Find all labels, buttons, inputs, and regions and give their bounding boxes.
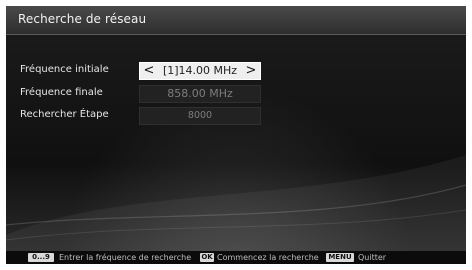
chevron-left-icon[interactable]: < bbox=[142, 63, 156, 79]
page-title: Recherche de réseau bbox=[18, 12, 147, 26]
hint-digits: Entrer la fréquence de recherche bbox=[59, 253, 192, 262]
search-step-field[interactable]: 8000 bbox=[139, 107, 261, 125]
end-frequency-field[interactable]: 858.00 MHz bbox=[139, 85, 261, 103]
footer-hints: 0...9 Entrer la fréquence de recherche O… bbox=[6, 251, 466, 264]
hint-menu: Quitter bbox=[358, 253, 387, 262]
search-step-value: 8000 bbox=[187, 110, 213, 121]
key-menu: MENU bbox=[326, 253, 354, 262]
search-step-label: Rechercher Étape bbox=[20, 109, 109, 120]
row-end-frequency[interactable]: Fréquence finale 858.00 MHz bbox=[6, 85, 466, 103]
start-frequency-field[interactable]: < [1]14.00 MHz > bbox=[139, 62, 261, 80]
end-frequency-label: Fréquence finale bbox=[20, 87, 103, 98]
hint-ok: Commencez la recherche bbox=[217, 253, 319, 262]
start-frequency-label: Fréquence initiale bbox=[20, 64, 109, 75]
start-frequency-value: [1]14.00 MHz bbox=[162, 64, 238, 77]
title-bar: Recherche de réseau bbox=[6, 6, 466, 35]
chevron-right-icon[interactable]: > bbox=[244, 63, 258, 79]
tv-screen: Recherche de réseau Fréquence initiale <… bbox=[6, 6, 466, 264]
settings-panel: Fréquence initiale < [1]14.00 MHz > Fréq… bbox=[6, 35, 466, 251]
row-search-step[interactable]: Rechercher Étape 8000 bbox=[6, 107, 466, 125]
key-digits: 0...9 bbox=[28, 253, 54, 262]
row-start-frequency[interactable]: Fréquence initiale < [1]14.00 MHz > bbox=[6, 62, 466, 80]
end-frequency-value: 858.00 MHz bbox=[167, 87, 233, 100]
key-ok: OK bbox=[200, 253, 214, 262]
